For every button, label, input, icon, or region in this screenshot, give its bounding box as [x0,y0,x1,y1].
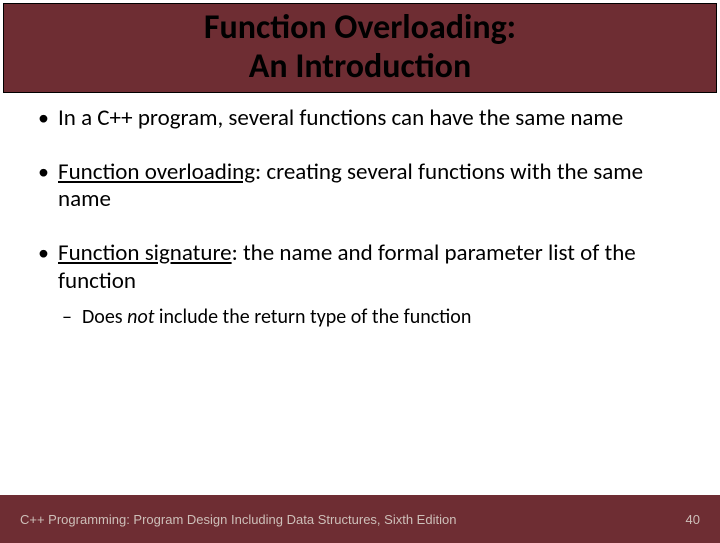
footer-text: C++ Programming: Program Design Includin… [20,512,456,527]
title-line-1: Function Overloading: [14,8,706,47]
sub-bullet-item: Does not include the return type of the … [58,305,686,330]
bullet-item: Function signature: the name and formal … [34,240,686,330]
sub-bullet-list: Does not include the return type of the … [58,305,686,330]
sub-bullet-post: include the return type of the function [154,305,471,329]
bullet-text: In a C++ program, several functions can … [58,104,623,132]
slide-content: In a C++ program, several functions can … [0,93,720,330]
sub-bullet-pre: Does [82,305,127,329]
slide-title-bar: Function Overloading: An Introduction [3,3,717,93]
title-line-2: An Introduction [14,47,706,86]
sub-bullet-em: not [127,305,154,329]
bullet-list: In a C++ program, several functions can … [34,105,686,330]
page-number: 40 [686,512,700,527]
bullet-term: Function signature [58,239,232,267]
bullet-item: Function overloading: creating several f… [34,159,686,214]
slide-footer: C++ Programming: Program Design Includin… [0,495,720,543]
bullet-item: In a C++ program, several functions can … [34,105,686,133]
bullet-term: Function overloading [58,158,255,186]
